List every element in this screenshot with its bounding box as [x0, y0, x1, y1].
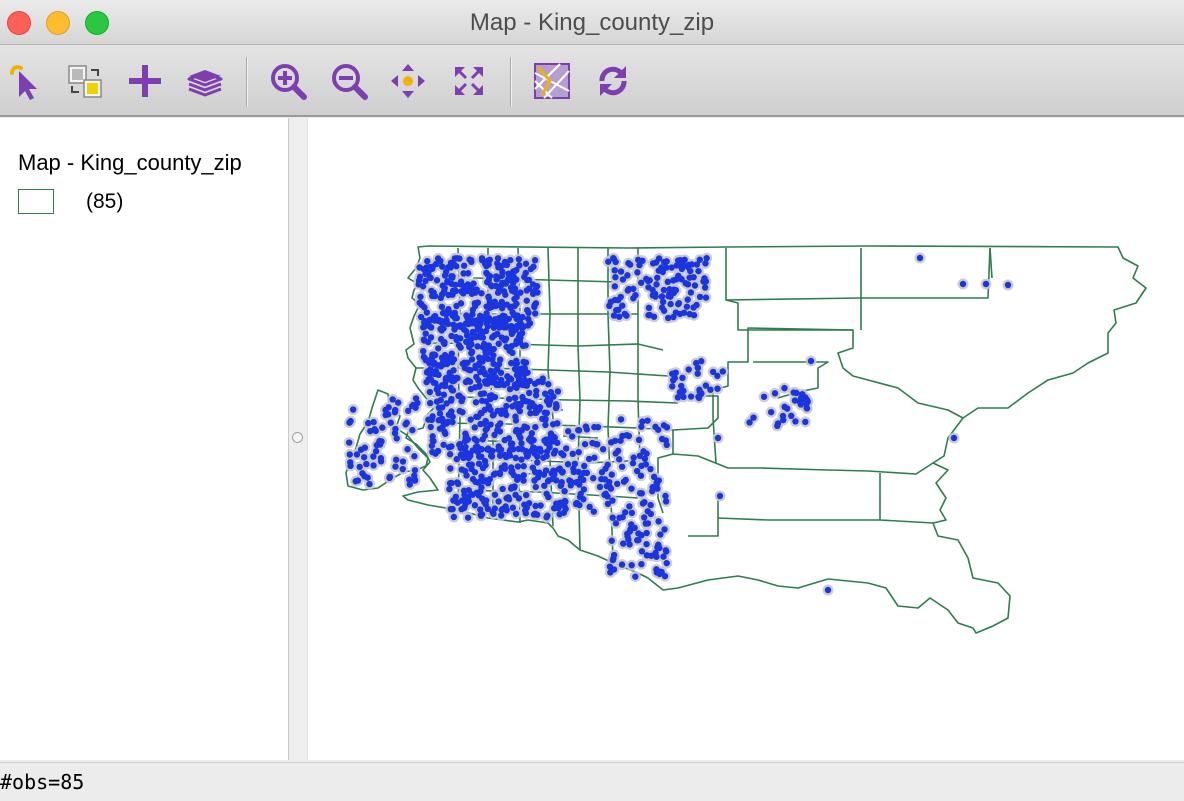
status-text: #obs=85 — [0, 770, 85, 794]
splitter-handle[interactable] — [292, 432, 303, 443]
zip-boundaries-map — [343, 245, 1147, 634]
full-extent-button[interactable] — [447, 59, 491, 103]
full-extent-icon — [455, 67, 483, 95]
add-layer-button[interactable] — [123, 59, 167, 103]
select-arrow-icon — [10, 65, 37, 100]
panel-splitter[interactable] — [289, 118, 308, 760]
zoom-in-button[interactable] — [266, 59, 310, 103]
toolbar-separator — [510, 57, 511, 107]
refresh-icon — [599, 66, 627, 96]
pan-button[interactable] — [386, 59, 430, 103]
basemap-icon — [534, 63, 570, 99]
legend-panel[interactable]: Map - King_county_zip (85) — [0, 118, 289, 760]
house-points — [343, 252, 1014, 596]
legend-category-label: (85) — [86, 190, 124, 213]
zoom-out-button[interactable] — [327, 59, 371, 103]
pan-arrows-icon — [391, 64, 425, 98]
legend-title: Map - King_county_zip — [18, 150, 242, 175]
select-tool-button[interactable] — [2, 59, 46, 103]
toolbar-separator — [246, 57, 247, 107]
window-titlebar: Map - King_county_zip — [0, 0, 1184, 45]
zoom-in-icon — [271, 64, 307, 100]
plus-icon — [129, 65, 161, 97]
map-options-button[interactable] — [63, 59, 107, 103]
status-bar: #obs=85 — [0, 762, 1184, 801]
layers-icon — [187, 70, 223, 97]
toolbar — [0, 45, 1184, 117]
zoom-out-icon — [332, 64, 368, 100]
legend-swatch[interactable] — [18, 189, 54, 214]
layers-button[interactable] — [183, 59, 227, 103]
window-title: Map - King_county_zip — [469, 9, 715, 36]
map-copy-icon — [68, 65, 102, 98]
map-canvas[interactable] — [308, 118, 1184, 760]
refresh-button[interactable] — [591, 59, 635, 103]
basemap-button[interactable] — [530, 59, 574, 103]
